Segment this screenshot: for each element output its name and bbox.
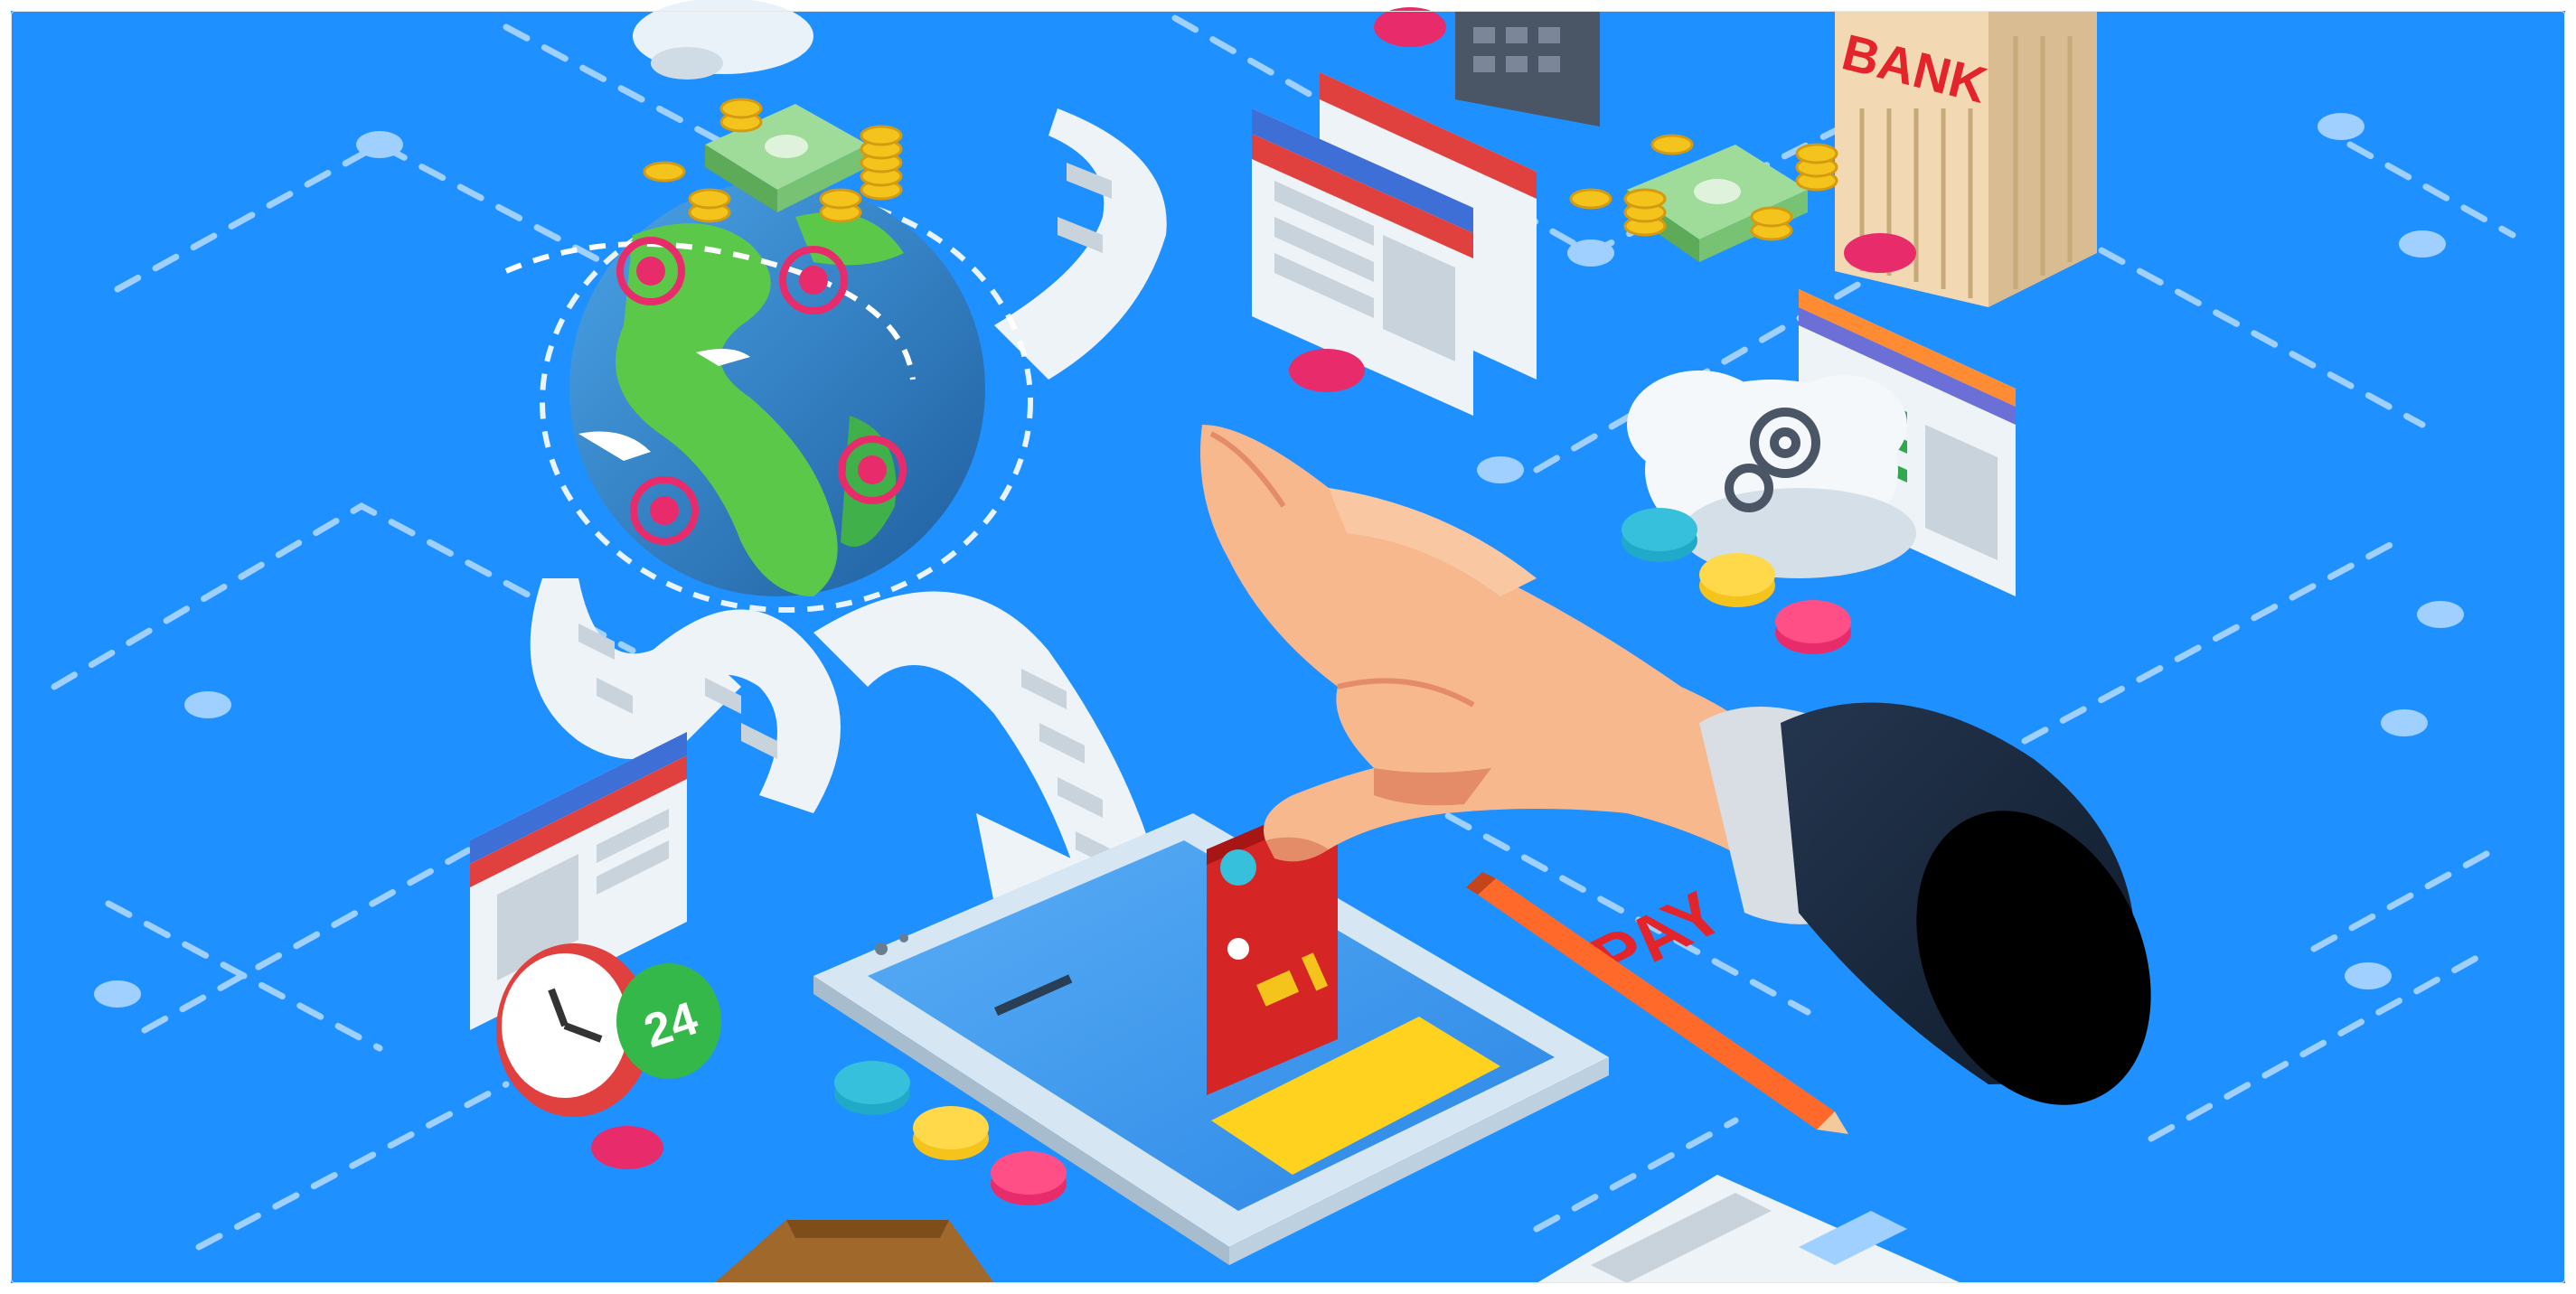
pink-token [591,1126,663,1169]
pink-token [1844,233,1916,273]
pink-token [1374,7,1446,47]
payment-illustration: BANK 24 PAY [11,0,2565,1283]
pink-token [1289,349,1365,392]
illustration-canvas: BANK 24 PAY [0,0,2576,1294]
